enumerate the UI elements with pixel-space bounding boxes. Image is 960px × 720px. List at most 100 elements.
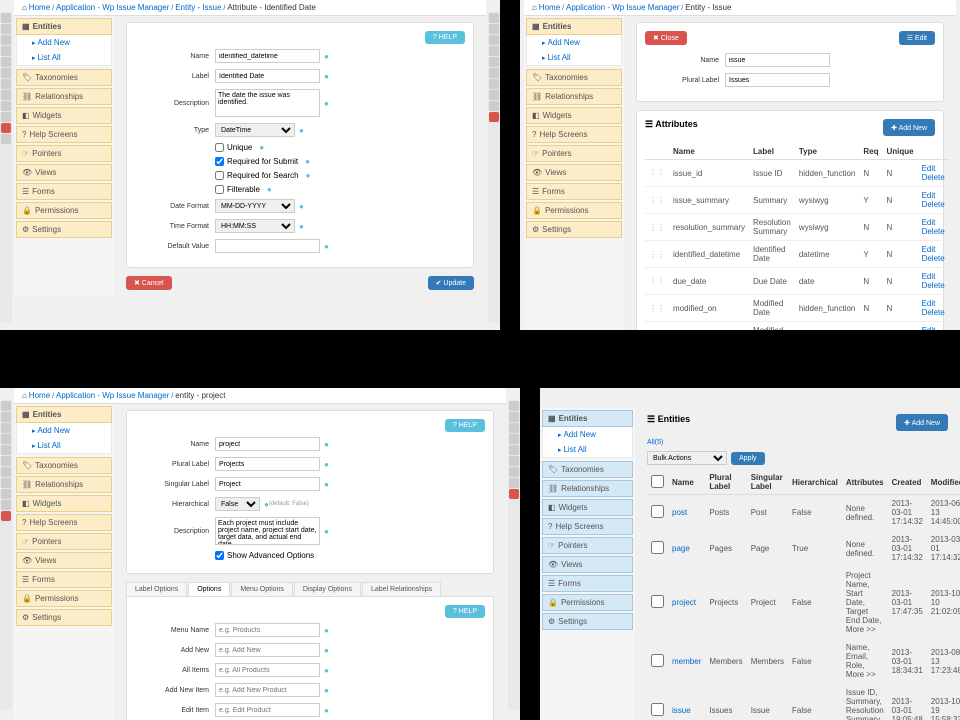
info-icon[interactable]: ●: [267, 185, 272, 194]
sidebar-item-add-new[interactable]: ▸ Add New: [527, 35, 621, 50]
delete-link[interactable]: Delete: [922, 227, 945, 236]
tool-icon[interactable]: [1, 90, 11, 100]
crumb-home[interactable]: Home: [539, 3, 560, 12]
row-checkbox[interactable]: [651, 541, 664, 554]
delete-link[interactable]: Delete: [922, 254, 945, 263]
description-textarea[interactable]: Each project must include project name, …: [215, 517, 320, 545]
tool-icon[interactable]: [1, 112, 11, 122]
tool-icon[interactable]: [1, 13, 11, 23]
sidebar-item-help[interactable]: ?Help Screens: [542, 518, 633, 535]
col-req[interactable]: Req: [859, 144, 882, 160]
sidebar-header-entities[interactable]: ▦Entities: [16, 406, 112, 423]
info-icon[interactable]: ●: [324, 242, 329, 251]
tool-icon[interactable]: [489, 79, 499, 89]
tool-icon[interactable]: [1, 35, 11, 45]
sidebar-item-relationships[interactable]: ⛓Relationships: [526, 88, 622, 105]
sidebar-item-taxonomies[interactable]: 🏷Taxonomies: [526, 69, 622, 86]
help-button[interactable]: ? HELP: [425, 31, 465, 44]
sidebar-item-views[interactable]: 👁Views: [16, 552, 112, 569]
name-input[interactable]: [215, 49, 320, 63]
edit-link[interactable]: Edit: [922, 218, 936, 227]
close-button[interactable]: ✖ Close: [645, 31, 687, 45]
tool-icon[interactable]: [1, 423, 11, 433]
required-submit-checkbox[interactable]: [215, 157, 224, 166]
tool-icon[interactable]: [509, 423, 519, 433]
sidebar-item-taxonomies[interactable]: 🏷Taxonomies: [16, 69, 112, 86]
tab-display-options[interactable]: Display Options: [294, 582, 361, 596]
description-textarea[interactable]: The date the issue was identified.: [215, 89, 320, 117]
drag-handle[interactable]: ⋮⋮: [645, 187, 669, 214]
info-icon[interactable]: ●: [324, 460, 329, 469]
tool-icon[interactable]: [489, 24, 499, 34]
col-label[interactable]: Label: [749, 144, 795, 160]
unique-checkbox[interactable]: [215, 143, 224, 152]
drag-handle[interactable]: ⋮⋮: [645, 241, 669, 268]
sidebar-item-help[interactable]: ?Help Screens: [16, 514, 112, 531]
sidebar-item-views[interactable]: 👁Views: [542, 556, 633, 573]
sidebar-header-entities[interactable]: ▦Entities: [526, 18, 622, 35]
col-name[interactable]: Name: [669, 144, 749, 160]
sidebar-item-forms[interactable]: ☰Forms: [542, 575, 633, 592]
tool-icon[interactable]: [489, 46, 499, 56]
tool-icon[interactable]: [509, 434, 519, 444]
tool-icon[interactable]: [509, 401, 519, 411]
edit-link[interactable]: Edit: [922, 245, 936, 254]
tool-icon[interactable]: [1, 101, 11, 111]
info-icon[interactable]: ●: [305, 157, 310, 166]
tool-icon[interactable]: [509, 412, 519, 422]
crumb-app[interactable]: Application - Wp Issue Manager: [56, 391, 169, 400]
sidebar-item-forms[interactable]: ☰Forms: [526, 183, 622, 200]
sidebar-item-help[interactable]: ?Help Screens: [16, 126, 112, 143]
tool-icon[interactable]: [1, 445, 11, 455]
edit-link[interactable]: Edit: [922, 191, 936, 200]
tool-icon[interactable]: [1, 434, 11, 444]
tab-options[interactable]: Options: [188, 582, 230, 596]
tool-icon[interactable]: [1, 46, 11, 56]
bulk-actions-select[interactable]: Bulk Actions: [647, 451, 727, 465]
tool-icon[interactable]: [509, 445, 519, 455]
time-format-select[interactable]: HH:MM:SS: [215, 219, 295, 233]
col-unique[interactable]: Unique: [882, 144, 917, 160]
tab-menu-options[interactable]: Menu Options: [231, 582, 293, 596]
sidebar-item-permissions[interactable]: 🔒Permissions: [526, 202, 622, 219]
tool-icon[interactable]: [1, 68, 11, 78]
entity-link[interactable]: member: [672, 657, 701, 666]
tool-icon[interactable]: [509, 456, 519, 466]
tool-icon[interactable]: [509, 478, 519, 488]
tool-icon[interactable]: [489, 90, 499, 100]
info-icon[interactable]: ●: [324, 72, 329, 81]
delete-link[interactable]: Delete: [922, 200, 945, 209]
sidebar-item-permissions[interactable]: 🔒Permissions: [542, 594, 633, 611]
info-icon[interactable]: ●: [324, 666, 329, 675]
sidebar-item-list-all[interactable]: ▸ List All: [17, 438, 111, 453]
col-created[interactable]: Created: [888, 470, 927, 495]
tab-label-relationships[interactable]: Label Relationships: [362, 582, 441, 596]
sidebar-item-widgets[interactable]: ◧Widgets: [16, 495, 112, 512]
filter-all[interactable]: All(5): [647, 439, 948, 446]
delete-link[interactable]: Delete: [922, 281, 945, 290]
sidebar-item-forms[interactable]: ☰Forms: [16, 571, 112, 588]
info-icon[interactable]: ●: [324, 440, 329, 449]
tool-icon[interactable]: [1, 412, 11, 422]
drag-handle[interactable]: ⋮⋮: [645, 214, 669, 241]
tool-icon[interactable]: [1, 467, 11, 477]
add-new-input[interactable]: [215, 643, 320, 657]
sidebar-item-pointers[interactable]: ☞Pointers: [526, 145, 622, 162]
filterable-checkbox[interactable]: [215, 185, 224, 194]
select-all-checkbox[interactable]: [651, 475, 664, 488]
col-hierarchical[interactable]: Hierarchical: [788, 470, 842, 495]
tool-icon-selected[interactable]: [1, 123, 11, 133]
info-icon[interactable]: ●: [324, 52, 329, 61]
tool-icon-selected[interactable]: [489, 112, 499, 122]
entity-link[interactable]: project: [672, 598, 696, 607]
help-button[interactable]: ? HELP: [445, 605, 485, 618]
add-new-button[interactable]: ✚ Add New: [883, 119, 935, 136]
all-items-input[interactable]: [215, 663, 320, 677]
info-icon[interactable]: ●: [299, 222, 304, 231]
col-singular[interactable]: Singular Label: [747, 470, 788, 495]
tool-icon[interactable]: [1, 500, 11, 510]
col-plural[interactable]: Plural Label: [705, 470, 746, 495]
sidebar-item-help[interactable]: ?Help Screens: [526, 126, 622, 143]
entity-link[interactable]: issue: [672, 706, 691, 715]
sidebar-item-add-new[interactable]: ▸ Add New: [17, 423, 111, 438]
